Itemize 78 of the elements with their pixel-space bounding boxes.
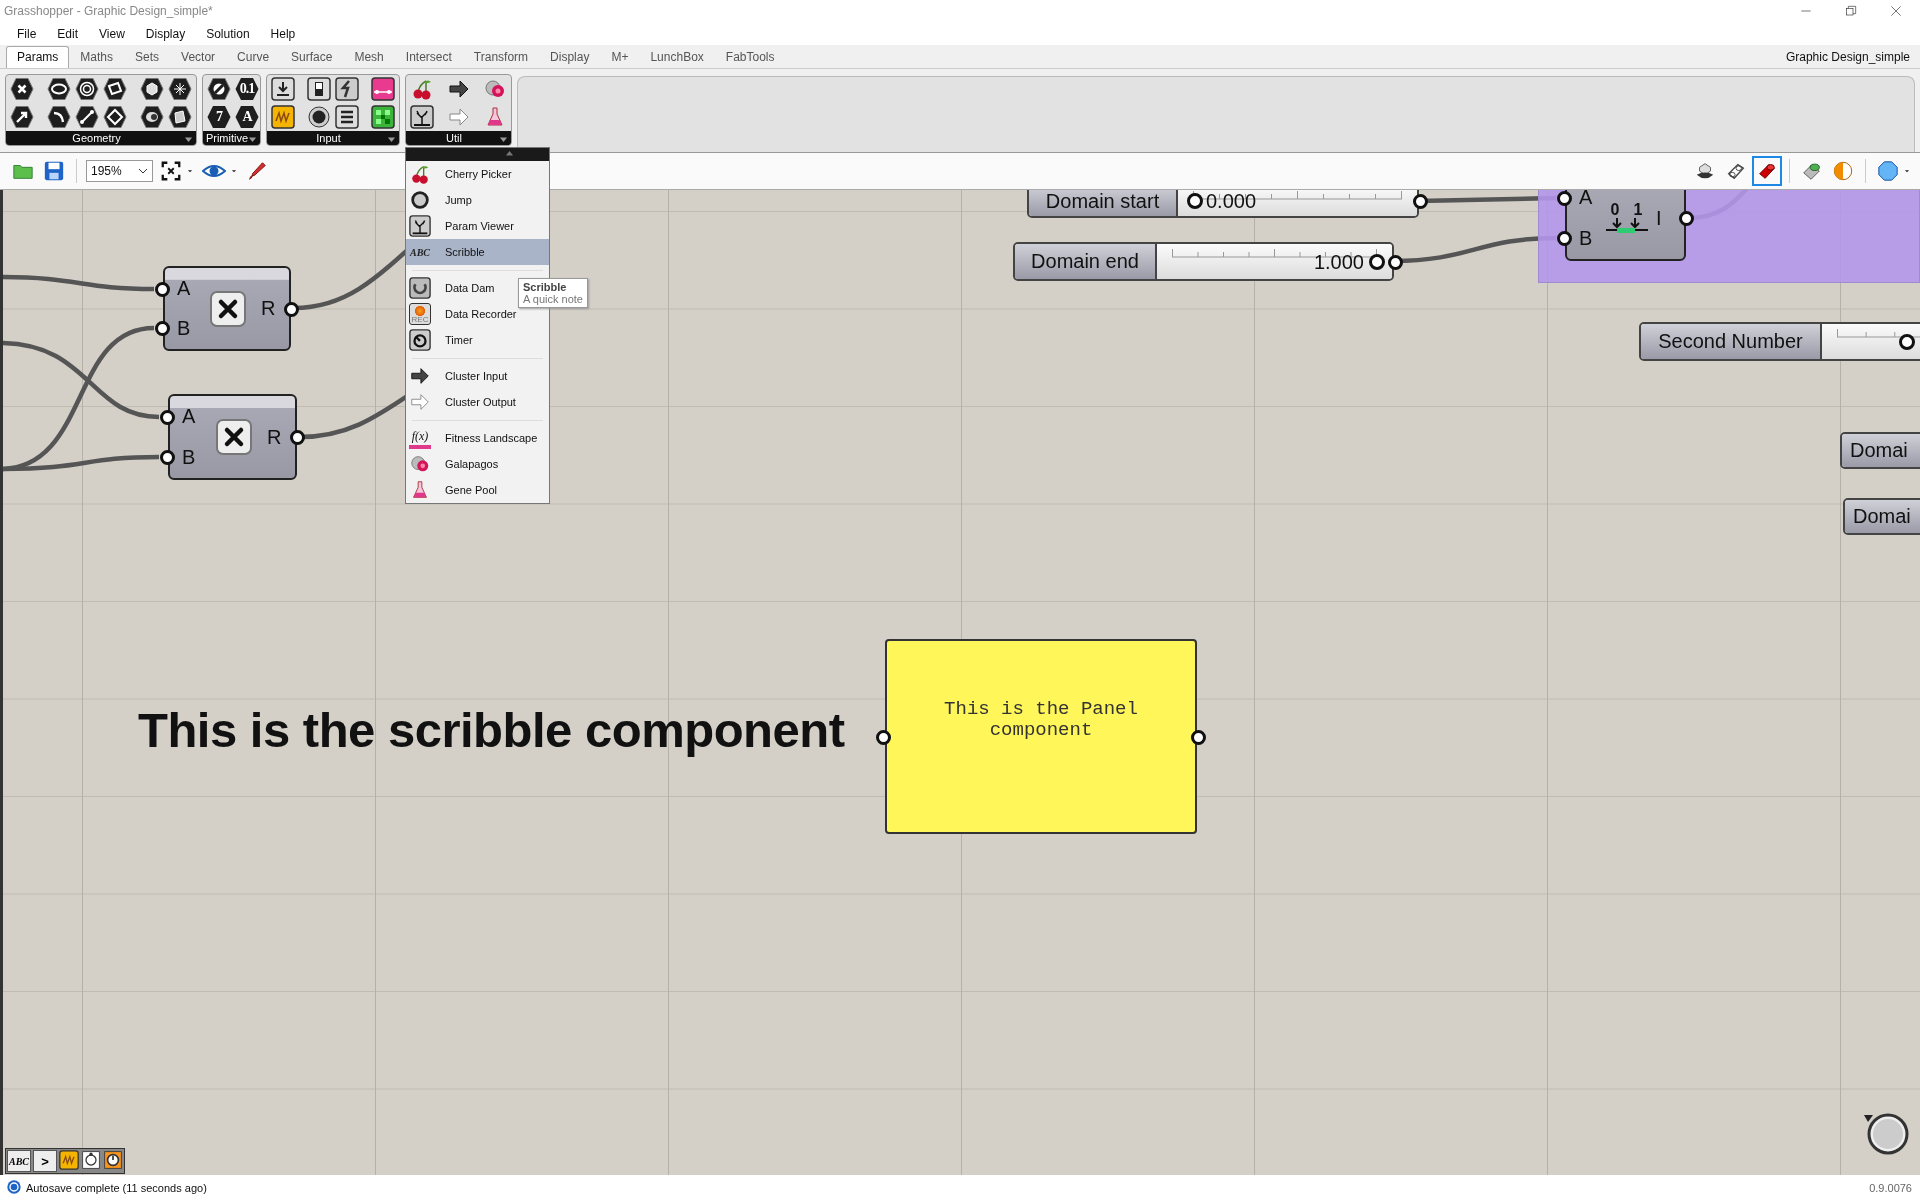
menu-item[interactable]: f(x) Fitness Landscape: [406, 425, 549, 451]
tab[interactable]: Mesh: [343, 46, 395, 68]
group-title: Input: [316, 132, 341, 144]
tab[interactable]: Transform: [462, 46, 540, 68]
menu-item[interactable]: Galapagos: [406, 451, 549, 477]
zoom-dropdown[interactable]: 195%: [86, 160, 153, 182]
tab[interactable]: Curve: [226, 46, 281, 68]
menu-item[interactable]: Timer: [406, 327, 549, 353]
group-title: Primitive: [205, 132, 249, 144]
scribble-icon: ABC: [409, 241, 431, 263]
group-title-bar[interactable]: Primitive: [203, 131, 260, 145]
port-label: R: [261, 297, 277, 320]
scribble-button[interactable]: ABC: [7, 1150, 31, 1172]
tab[interactable]: Maths: [69, 46, 125, 68]
menu-bar-item[interactable]: View: [99, 26, 125, 41]
decimal-param-button[interactable]: 0.1: [235, 77, 259, 101]
integer-param-button[interactable]: 7: [207, 105, 231, 129]
recorder-icon: REC: [409, 303, 431, 325]
number-slider[interactable]: Domain end 1.000: [1013, 242, 1394, 281]
menu-bar-item[interactable]: Help: [270, 26, 296, 41]
port-label: A: [181, 405, 197, 428]
prompt-button[interactable]: >: [33, 1150, 57, 1172]
slider-track[interactable]: 0.000: [1178, 190, 1417, 216]
panel-component[interactable]: This is the Panel component: [885, 639, 1197, 834]
group-title-bar[interactable]: Util: [406, 131, 511, 145]
multiply-component[interactable]: A B R: [163, 266, 291, 351]
slider-track[interactable]: 1.000: [1157, 244, 1392, 279]
window-title: Grasshopper - Graphic Design_simple*: [4, 4, 214, 18]
component-node[interactable]: Domai: [1843, 498, 1920, 535]
document-name: Graphic Design_simple: [1785, 49, 1910, 64]
menu-item[interactable]: Gene Pool: [406, 477, 549, 503]
port-label: A: [1578, 190, 1594, 209]
slider-value: 0.000: [1206, 190, 1257, 213]
tooltip-text: A quick note: [523, 293, 583, 305]
group-title: Util: [446, 132, 462, 144]
port-label: R: [267, 425, 283, 449]
menu-bar-item[interactable]: File: [17, 26, 37, 41]
status-message: Autosave complete (11 seconds ago): [26, 1181, 207, 1194]
tab[interactable]: Surface: [280, 46, 344, 68]
port-label: I: [1656, 206, 1663, 230]
tab[interactable]: Params: [6, 46, 70, 68]
tab[interactable]: Sets: [124, 46, 171, 68]
tab[interactable]: Intersect: [394, 46, 463, 68]
version-text: 0.9.0076: [1869, 1181, 1912, 1194]
port-label: B: [176, 317, 192, 341]
number-slider[interactable]: Domain start 0.000: [1027, 190, 1419, 218]
tab[interactable]: FabTools: [714, 46, 786, 68]
tab[interactable]: Display: [539, 46, 601, 68]
port-label: B: [1578, 227, 1594, 250]
number-slider[interactable]: Second Number: [1639, 322, 1920, 361]
menu-item[interactable]: Param Viewer: [406, 213, 549, 239]
scribble-text[interactable]: This is the scribble component: [138, 702, 845, 758]
port-label: A: [176, 276, 192, 300]
group-title: Geometry: [72, 132, 121, 144]
tooltip-title: Scribble: [523, 281, 568, 293]
panel-text: This is the Panel component: [943, 699, 1139, 741]
menu-item[interactable]: Jump: [406, 187, 549, 213]
slider-label: Second Number: [1641, 324, 1822, 359]
component-node[interactable]: Domai: [1840, 432, 1920, 469]
menu-item[interactable]: Cherry Picker: [406, 161, 549, 187]
tab[interactable]: Vector: [170, 46, 227, 68]
text-param-button[interactable]: A: [235, 105, 259, 129]
construct-domain-component[interactable]: A B 0 1 I: [1565, 190, 1686, 261]
menu-item[interactable]: Cluster Output: [406, 389, 549, 415]
menu-bar-item[interactable]: Edit: [57, 26, 79, 41]
tab[interactable]: LunchBox: [639, 46, 715, 68]
port-label: B: [181, 446, 197, 469]
slider-value: 1.000: [1313, 250, 1364, 273]
menu-item[interactable]: Cluster Input: [406, 363, 549, 389]
group-title-bar[interactable]: Input: [267, 131, 399, 145]
slider-label: Domain end: [1015, 244, 1157, 279]
menu-bar-item[interactable]: Solution: [206, 26, 250, 41]
menu-item[interactable]: ABC Scribble: [406, 239, 549, 265]
slider-label: Domain start: [1029, 190, 1178, 216]
group-title-bar[interactable]: Geometry: [6, 131, 196, 145]
multiply-component[interactable]: A B R: [168, 394, 297, 480]
tab[interactable]: M+: [600, 46, 640, 68]
menu-bar-item[interactable]: Display: [145, 26, 186, 41]
